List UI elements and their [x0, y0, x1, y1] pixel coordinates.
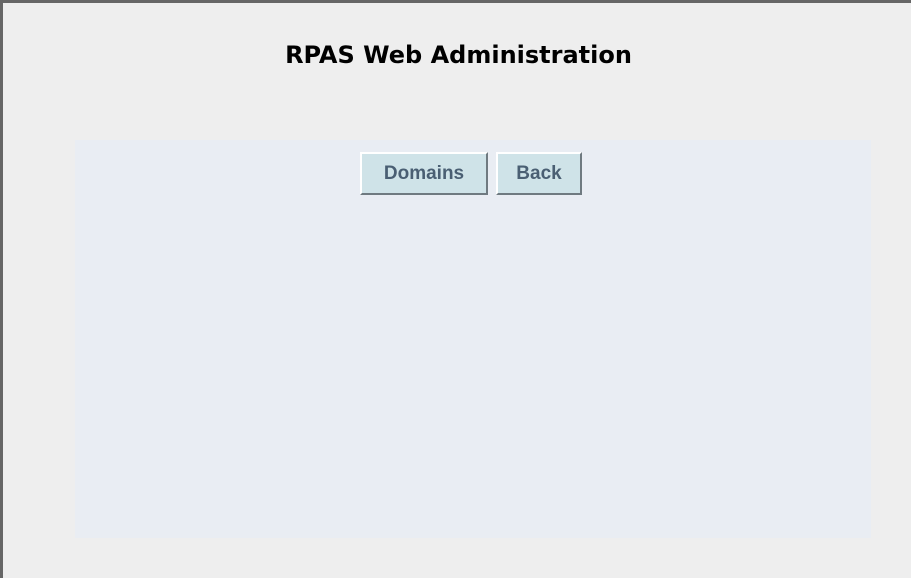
- domains-button[interactable]: Domains: [360, 152, 488, 195]
- page-frame: RPAS Web Administration Domains Back: [0, 0, 911, 578]
- page-title: RPAS Web Administration: [285, 41, 632, 69]
- content-panel: [75, 140, 871, 538]
- back-button[interactable]: Back: [496, 152, 582, 195]
- action-button-row: Domains Back: [360, 152, 582, 195]
